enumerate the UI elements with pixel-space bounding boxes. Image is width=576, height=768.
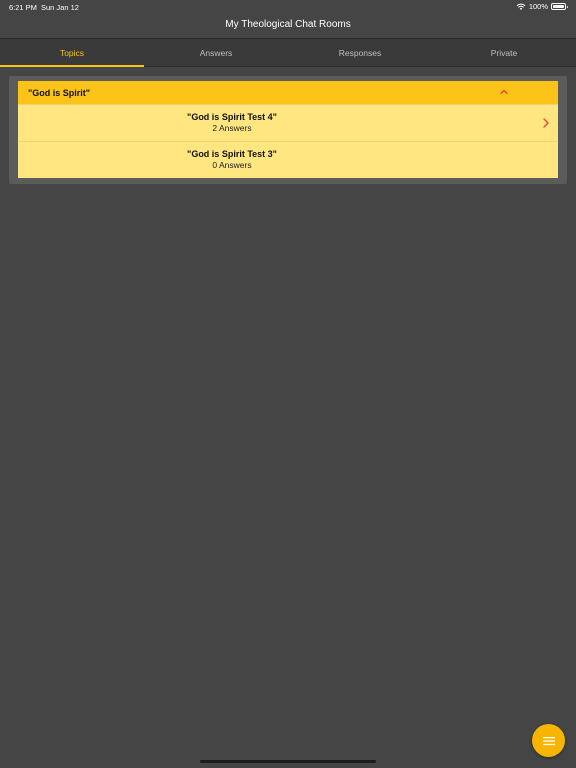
topic-group-title: "God is Spirit" <box>28 87 91 98</box>
battery-level <box>553 5 564 8</box>
tab-bar: Topics Answers Responses Private <box>0 38 576 67</box>
topic-group-header[interactable]: "God is Spirit" <box>18 81 558 104</box>
home-indicator[interactable] <box>200 760 376 763</box>
status-time: 6:21 PM <box>9 3 37 12</box>
tab-responses[interactable]: Responses <box>288 39 432 66</box>
list-item[interactable]: "God is Spirit Test 4" 2 Answers <box>18 104 558 141</box>
page-title: My Theological Chat Rooms <box>225 19 351 30</box>
list-item-title: "God is Spirit Test 3" <box>187 149 277 159</box>
menu-icon <box>542 736 555 745</box>
list-item-title: "God is Spirit Test 4" <box>187 112 277 122</box>
topics-panel: "God is Spirit" "God is Spirit Test 4" 2… <box>9 76 567 184</box>
tab-private[interactable]: Private <box>432 39 576 66</box>
app-screen: 6:21 PM Sun Jan 12 100% My Theological C… <box>0 0 576 768</box>
status-indicators: 100% <box>516 2 568 11</box>
battery-percentage: 100% <box>528 2 548 11</box>
status-date: Sun Jan 12 <box>41 3 79 12</box>
status-bar: 6:21 PM Sun Jan 12 100% <box>0 0 576 14</box>
list-item[interactable]: "God is Spirit Test 3" 0 Answers <box>18 141 558 178</box>
chevron-up-icon[interactable] <box>499 87 509 97</box>
chevron-right-icon <box>543 118 549 128</box>
wifi-icon <box>516 3 526 10</box>
menu-fab-button[interactable] <box>532 724 565 757</box>
topic-group: "God is Spirit" "God is Spirit Test 4" 2… <box>18 81 558 178</box>
battery-icon <box>551 3 568 10</box>
list-item-answer-count: 2 Answers <box>212 123 252 133</box>
list-item-answer-count: 0 Answers <box>212 160 252 170</box>
tab-answers[interactable]: Answers <box>144 39 288 66</box>
tab-topics[interactable]: Topics <box>0 39 144 67</box>
